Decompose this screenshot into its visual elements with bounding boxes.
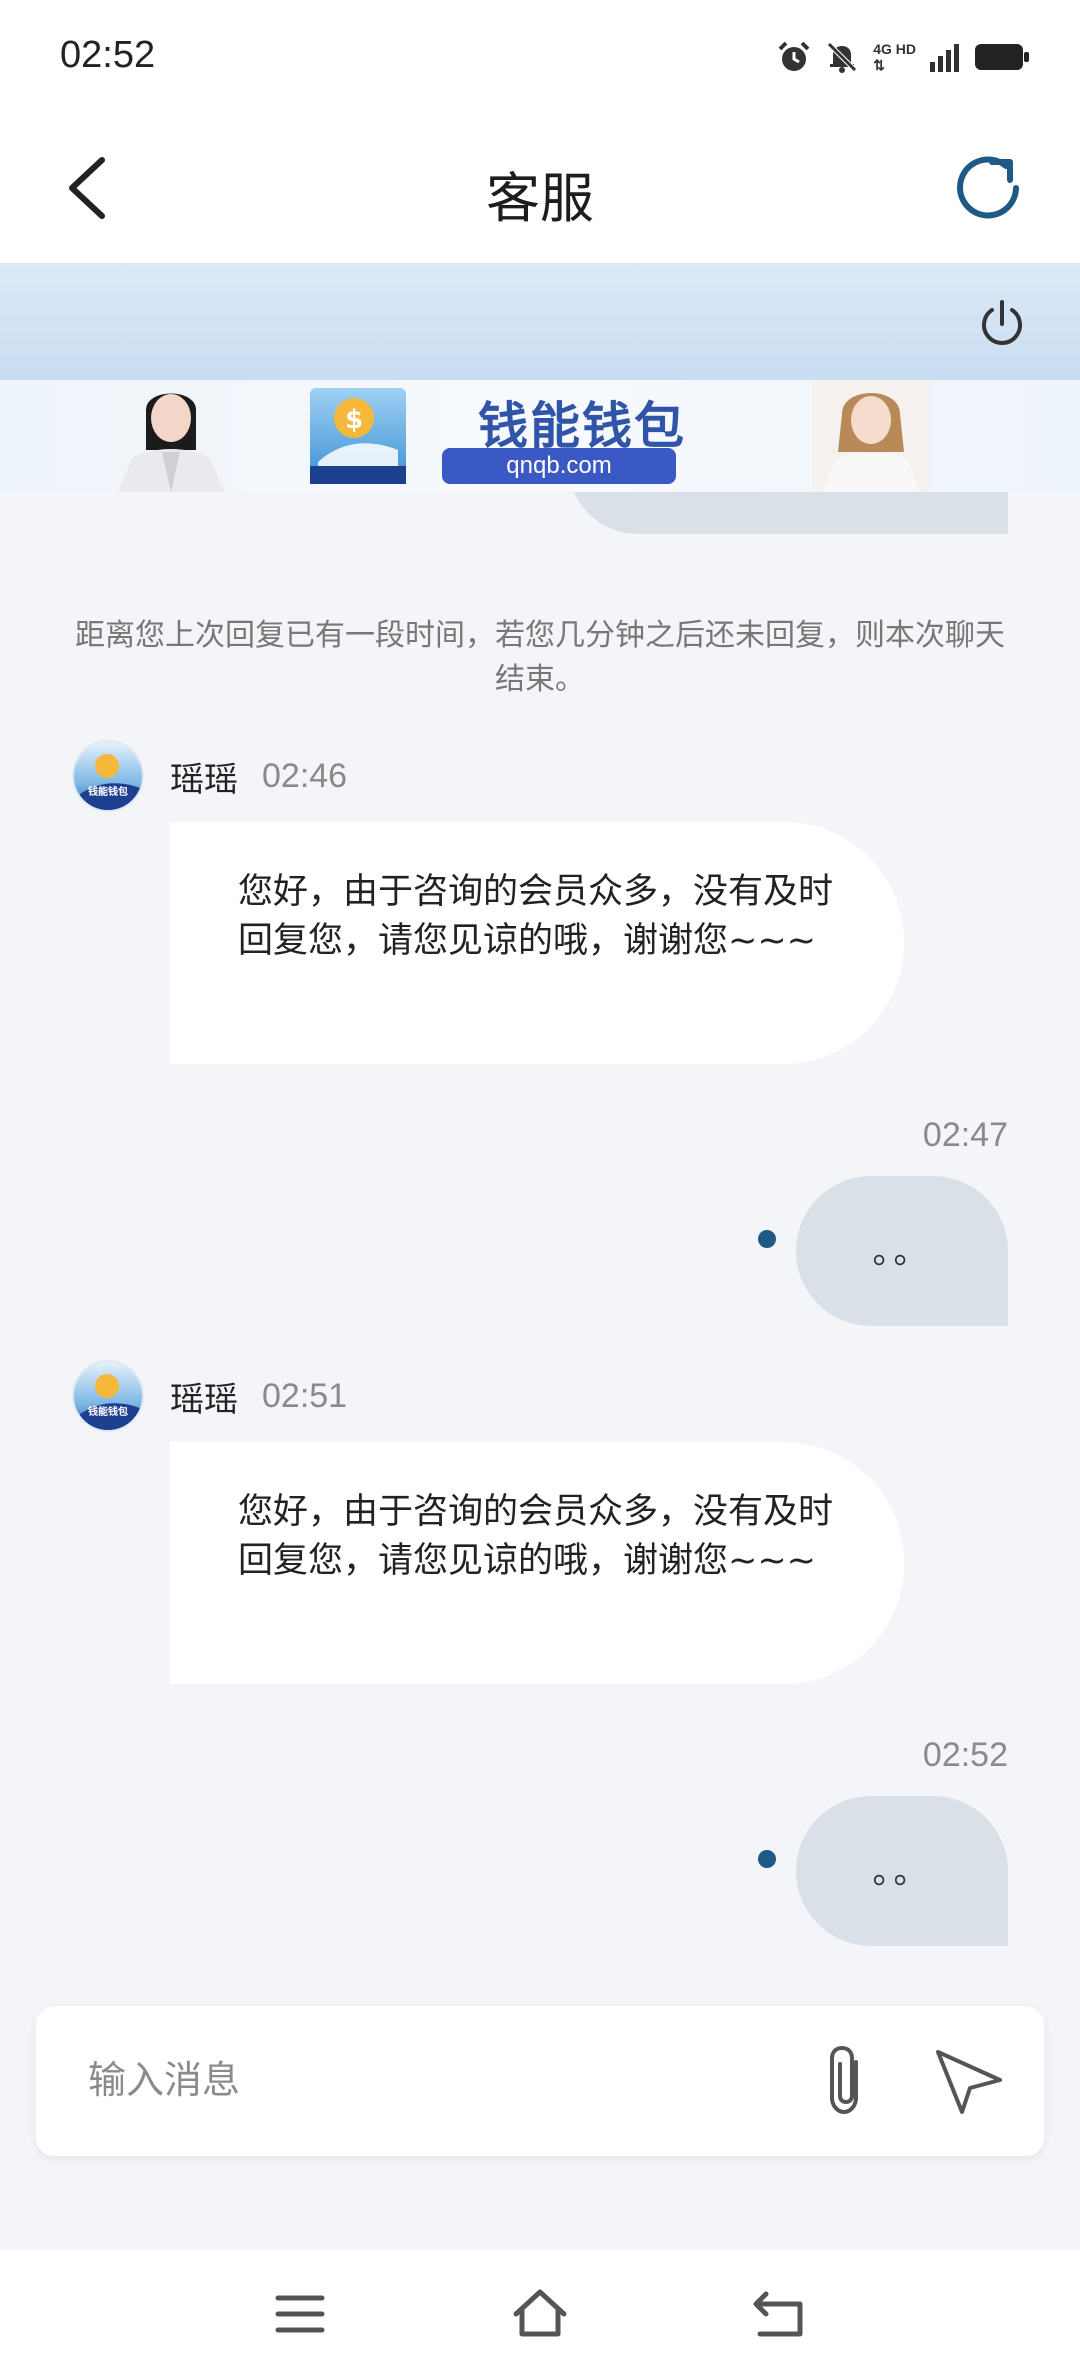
battery-icon — [975, 44, 1029, 70]
signal-icon — [930, 44, 959, 72]
avatar[interactable]: 钱能钱包 — [72, 1360, 144, 1432]
system-notice: 距离您上次回复已有一段时间，若您几分钟之后还未回复，则本次聊天结束。 — [75, 618, 1005, 697]
outgoing-message-bubble[interactable]: 。。 — [796, 1176, 1008, 1326]
brand-url: qnqb.com — [442, 448, 676, 484]
message-time: 02:52 — [922, 1736, 1008, 1774]
status-time: 02:52 — [60, 34, 156, 76]
sent-status-dot — [758, 1850, 776, 1868]
avatar-logo-icon — [80, 754, 140, 810]
attach-button[interactable] — [816, 2042, 876, 2118]
banner-model-right — [812, 380, 930, 492]
outgoing-message-bubble[interactable]: 。。 — [796, 1796, 1008, 1946]
incoming-message-bubble[interactable]: 您好，由于咨询的会员众多，没有及时回复您，请您见谅的哦，谢谢您~~~ — [170, 1442, 904, 1684]
screen: 02:52 4G HD ⇅ 客服 $ 钱能钱包 qnqb.com 距离您上次回复… — [0, 0, 1080, 2376]
home-icon — [513, 2289, 567, 2337]
avatar-logo-icon — [80, 1374, 140, 1430]
chat-area[interactable]: 直接把我币转走了 $ — [0, 264, 1080, 2254]
sent-status-dot — [758, 1230, 776, 1248]
promo-banner[interactable]: $ 钱能钱包 qnqb.com — [0, 380, 1080, 492]
alarm-icon — [778, 41, 810, 71]
brand-logo: $ — [310, 388, 406, 484]
back-nav-icon — [753, 2291, 803, 2337]
home-button[interactable] — [510, 2284, 570, 2344]
status-icons: 4G HD ⇅ — [777, 40, 1030, 74]
end-chat-button[interactable] — [974, 296, 1030, 352]
system-nav-bar — [0, 2250, 1080, 2376]
status-bar: 02:52 4G HD ⇅ — [0, 0, 1080, 116]
avatar[interactable]: 钱能钱包 — [72, 740, 144, 812]
sender-name: 瑶瑶 — [170, 1379, 238, 1420]
message-text: 。。 — [872, 1232, 932, 1272]
menu-icon — [275, 2295, 325, 2333]
banner-model-left — [112, 380, 230, 492]
message-text: 。。 — [872, 1852, 932, 1892]
incoming-message-bubble[interactable]: 您好，由于咨询的会员众多，没有及时回复您，请您见谅的哦，谢谢您~~~ — [170, 822, 904, 1064]
message-header: 钱能钱包 瑶瑶 02:51 — [72, 1360, 347, 1432]
avatar-text: 钱能钱包 — [88, 1407, 128, 1418]
app-header: 客服 — [0, 116, 1080, 264]
send-button[interactable] — [932, 2046, 1006, 2116]
brand-logo-icon: $ — [310, 398, 406, 484]
refresh-button[interactable] — [946, 146, 1030, 230]
send-icon — [936, 2050, 1002, 2114]
network-indicator: 4G HD ⇅ — [873, 41, 916, 73]
page-title: 客服 — [486, 167, 594, 230]
svg-text:$: $ — [345, 405, 363, 435]
network-label: 4G HD — [873, 41, 916, 57]
service-strip — [0, 264, 1080, 380]
sender-name: 瑶瑶 — [170, 759, 238, 800]
paperclip-icon — [830, 2045, 858, 2115]
message-text: 您好，由于咨询的会员众多，没有及时回复您，请您见谅的哦，谢谢您~~~ — [238, 872, 834, 961]
message-time: 02:51 — [262, 1376, 348, 1415]
recent-apps-button[interactable] — [270, 2284, 330, 2344]
mute-bell-icon — [827, 42, 857, 73]
network-arrows: ⇅ — [873, 57, 885, 73]
message-time: 02:46 — [262, 756, 348, 795]
message-header: 钱能钱包 瑶瑶 02:46 — [72, 740, 347, 812]
power-icon — [982, 300, 1022, 345]
message-composer — [36, 2006, 1044, 2156]
message-time: 02:47 — [922, 1116, 1008, 1154]
avatar-text: 钱能钱包 — [88, 787, 128, 798]
back-nav-button[interactable] — [750, 2284, 810, 2344]
message-input[interactable] — [88, 2050, 788, 2110]
message-text: 您好，由于咨询的会员众多，没有及时回复您，请您见谅的哦，谢谢您~~~ — [238, 1492, 834, 1581]
